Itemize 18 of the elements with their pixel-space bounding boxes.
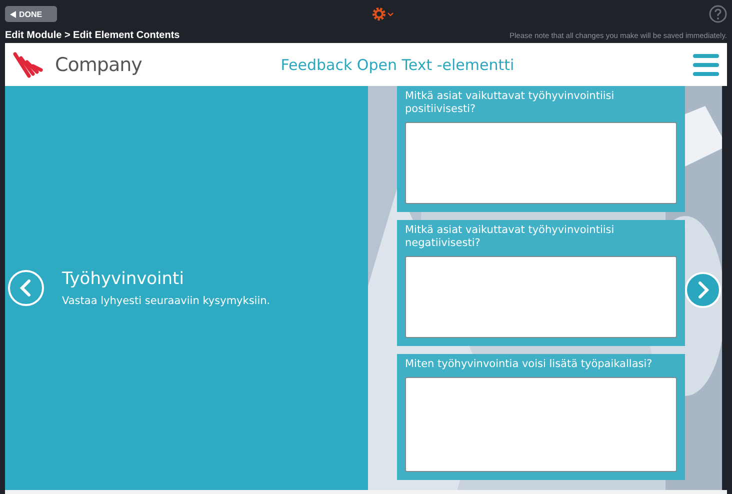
intro-title: Työhyvinvointi bbox=[62, 269, 185, 289]
answer-box[interactable] bbox=[405, 256, 677, 338]
settings-icon[interactable] bbox=[371, 6, 395, 22]
intro-subtitle: Vastaa lyhyesti seuraaviin kysymyksiin. bbox=[62, 295, 270, 307]
answer-box[interactable] bbox=[405, 122, 677, 204]
menu-icon[interactable] bbox=[693, 54, 719, 76]
breadcrumb: Edit Module > Edit Element Contents bbox=[5, 30, 180, 41]
answer-box[interactable] bbox=[405, 377, 677, 472]
previous-button[interactable] bbox=[8, 270, 44, 306]
page-title: Feedback Open Text -elementti bbox=[280, 56, 516, 74]
question-label: Miten työhyvinvointia voisi lisätä työpaikallasi? bbox=[405, 358, 654, 371]
logo-icon bbox=[13, 50, 45, 80]
logo-text: Company bbox=[55, 54, 142, 76]
question-label: Mitkä asiat vaikuttavat työhyvinvointiisi negatiivisesti? bbox=[405, 224, 616, 250]
done-button[interactable]: DONE bbox=[5, 6, 57, 22]
back-triangle-icon bbox=[10, 10, 16, 18]
help-icon[interactable] bbox=[709, 5, 727, 23]
question-label: Mitkä asiat vaikuttavat työhyvinvointiisi positiivisesti? bbox=[405, 90, 616, 116]
